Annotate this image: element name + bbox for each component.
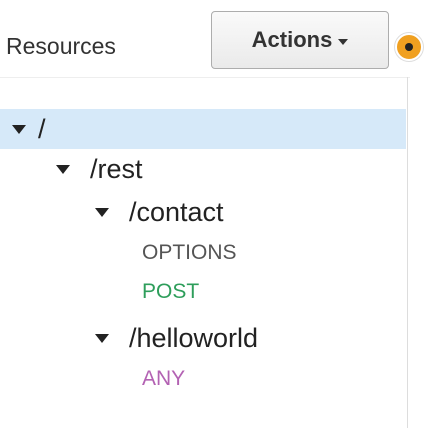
method-options[interactable]: OPTIONS [142,238,237,268]
tree-item-root[interactable]: / [0,109,406,149]
method-label: POST [142,280,200,303]
chevron-down-icon [338,38,349,45]
resource-path-label: / [38,113,46,144]
panel-divider [407,77,408,428]
status-dot-icon[interactable] [395,33,423,61]
chevron-down-icon[interactable] [56,164,70,174]
method-label: ANY [142,367,186,390]
method-any[interactable]: ANY [142,364,185,394]
chevron-down-icon[interactable] [95,207,109,217]
chevron-down-icon[interactable] [95,333,109,343]
resource-path-label: /helloworld [129,322,259,353]
actions-label: Actions [251,27,333,52]
chevron-down-icon[interactable] [12,124,26,134]
tree-item-contact[interactable]: /contact [95,194,224,230]
method-post[interactable]: POST [142,277,199,307]
tree-item-rest[interactable]: /rest [56,151,143,187]
resource-path-label: /contact [129,196,224,227]
header-divider [0,77,410,78]
resources-panel: Resources Actions / /rest /contact OPTIO… [0,0,432,428]
actions-button[interactable]: Actions [211,11,389,69]
resource-path-label: /rest [90,153,143,184]
tree-item-helloworld[interactable]: /helloworld [95,320,258,356]
method-label: OPTIONS [142,241,237,264]
page-title: Resources [6,33,116,59]
